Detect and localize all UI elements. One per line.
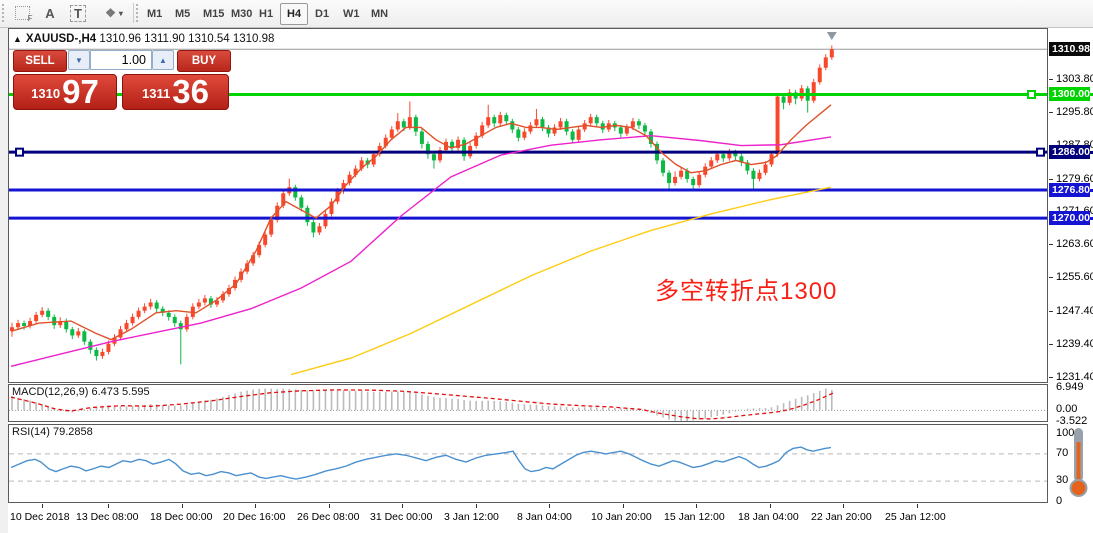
rsi-label: RSI(14) 79.2858 (12, 426, 93, 438)
price-level-badge: 1276.80 (1049, 183, 1090, 197)
time-axis-label: 10 Jan 20:00 (591, 511, 652, 523)
time-tick-mark (108, 504, 109, 508)
price-tick-label: 1295.80 (1056, 106, 1093, 118)
text-annotation-a-icon[interactable]: A (40, 2, 60, 24)
chart-window: ▲ XAUUSD-,H4 1310.96 1311.90 1310.54 1310… (8, 28, 1093, 533)
toolbar-separator (133, 3, 134, 23)
sell-price-pips: 97 (62, 77, 99, 107)
time-axis-label: 18 Dec 00:00 (150, 511, 212, 523)
collapse-triangle-icon[interactable]: ▲ (13, 34, 22, 44)
rsi-indicator-panel[interactable]: RSI(14) 79.2858 (8, 424, 1048, 503)
sell-price-main: 1310 (31, 81, 60, 107)
rsi-line (11, 447, 831, 479)
macd-label: MACD(12,26,9) 6.473 5.595 (12, 386, 150, 398)
axis-tick-mark (1049, 112, 1053, 113)
time-tick-mark (770, 504, 771, 508)
top-toolbar: F A T ❖ ▾ M1M5M15M30H1H4D1W1MN (0, 0, 1093, 28)
time-axis-label: 13 Dec 08:00 (76, 511, 138, 523)
timeframe-button-m5[interactable]: M5 (168, 3, 197, 25)
chart-annotation-text: 多空转折点1300 (655, 271, 837, 306)
price-tick-label: 1303.80 (1056, 73, 1093, 85)
price-level-badge: 1270.00 (1049, 211, 1090, 225)
mt4-application-window: { "toolbar": { "tools": [ {"name": "char… (0, 0, 1093, 533)
buy-price-pips: 36 (172, 77, 209, 107)
time-axis-label: 25 Jan 12:00 (885, 511, 946, 523)
macd-chart-canvas (9, 385, 1047, 421)
sell-button[interactable]: SELL (13, 50, 67, 72)
macd-indicator-panel[interactable]: MACD(12,26,9) 6.473 5.595 (8, 384, 1048, 422)
rsi-chart-canvas (9, 425, 1047, 502)
sell-price-box[interactable]: 1310 97 (13, 74, 117, 110)
time-tick-mark (329, 504, 330, 508)
axis-tick-mark (1049, 377, 1053, 378)
time-tick-mark (42, 504, 43, 508)
price-tick-label: 1263.60 (1056, 238, 1093, 250)
time-tick-mark (182, 504, 183, 508)
price-tick-label: 1247.40 (1056, 305, 1093, 317)
chart-title: ▲ XAUUSD-,H4 1310.96 1311.90 1310.54 1310… (13, 33, 274, 45)
time-axis-label: 20 Dec 16:00 (223, 511, 285, 523)
time-axis-label: 15 Jan 12:00 (664, 511, 725, 523)
time-tick-mark (255, 504, 256, 508)
timeframe-button-h4[interactable]: H4 (280, 3, 308, 25)
object-style-picker-icon[interactable]: ❖ ▾ (98, 2, 130, 24)
timeframe-button-m1[interactable]: M1 (140, 3, 169, 25)
price-level-badge: 1310.98 (1049, 42, 1090, 56)
time-tick-mark (402, 504, 403, 508)
timeframe-button-d1[interactable]: D1 (308, 3, 336, 25)
volume-increase-button[interactable]: ▲ (152, 50, 174, 70)
timeframe-button-mn[interactable]: MN (364, 3, 395, 25)
axis-tick-mark (1049, 344, 1053, 345)
time-tick-mark (476, 504, 477, 508)
time-axis-label: 8 Jan 04:00 (517, 511, 572, 523)
time-tick-mark (917, 504, 918, 508)
buy-button[interactable]: BUY (177, 50, 231, 72)
volume-input[interactable] (90, 50, 152, 70)
axis-tick-mark (1049, 244, 1053, 245)
chevron-down-icon: ▾ (119, 9, 123, 18)
price-level-badge: 1286.00 (1049, 145, 1090, 159)
main-chart-panel[interactable]: ▲ XAUUSD-,H4 1310.96 1311.90 1310.54 1310… (8, 28, 1048, 383)
time-axis-label: 10 Dec 2018 (10, 511, 70, 523)
time-tick-mark (696, 504, 697, 508)
timeframe-button-w1[interactable]: W1 (336, 3, 367, 25)
toolbar-grip[interactable] (2, 4, 7, 22)
axis-tick-mark (1049, 277, 1053, 278)
down-arrow-marker (827, 32, 837, 40)
axis-tick-mark (1049, 79, 1053, 80)
time-tick-mark (623, 504, 624, 508)
time-axis-label: 31 Dec 00:00 (370, 511, 432, 523)
chart-grid-f-icon[interactable]: F (10, 2, 34, 24)
symbol-label: XAUUSD-,H4 (26, 33, 96, 45)
axis-tick-mark (1049, 311, 1053, 312)
volume-decrease-button[interactable]: ▼ (68, 50, 90, 70)
thermometer-icon (1066, 426, 1092, 502)
buy-price-main: 1311 (142, 81, 170, 107)
time-axis-label: 3 Jan 12:00 (444, 511, 499, 523)
time-axis-label: 18 Jan 04:00 (738, 511, 799, 523)
time-axis-label: 22 Jan 20:00 (811, 511, 872, 523)
time-axis-label: 26 Dec 08:00 (297, 511, 359, 523)
time-tick-mark (843, 504, 844, 508)
axis-tick-mark (1049, 179, 1053, 180)
timeframe-button-h1[interactable]: H1 (252, 3, 280, 25)
time-axis[interactable]: 10 Dec 2018 13 Dec 08:00 18 Dec 00:00 20 De… (8, 504, 1093, 533)
price-level-badge: 1300.00 (1049, 87, 1090, 101)
price-tick-label: 1239.40 (1056, 338, 1093, 350)
time-tick-mark (549, 504, 550, 508)
text-box-t-icon[interactable]: T (66, 2, 90, 24)
buy-price-box[interactable]: 1311 36 (122, 74, 229, 110)
price-tick-label: 1255.60 (1056, 271, 1093, 283)
macd-axis-label: -3.522 (1056, 415, 1087, 427)
macd-axis-label: 6.949 (1056, 381, 1084, 393)
ohlc-values: 1310.96 1311.90 1310.54 1310.98 (99, 33, 274, 45)
